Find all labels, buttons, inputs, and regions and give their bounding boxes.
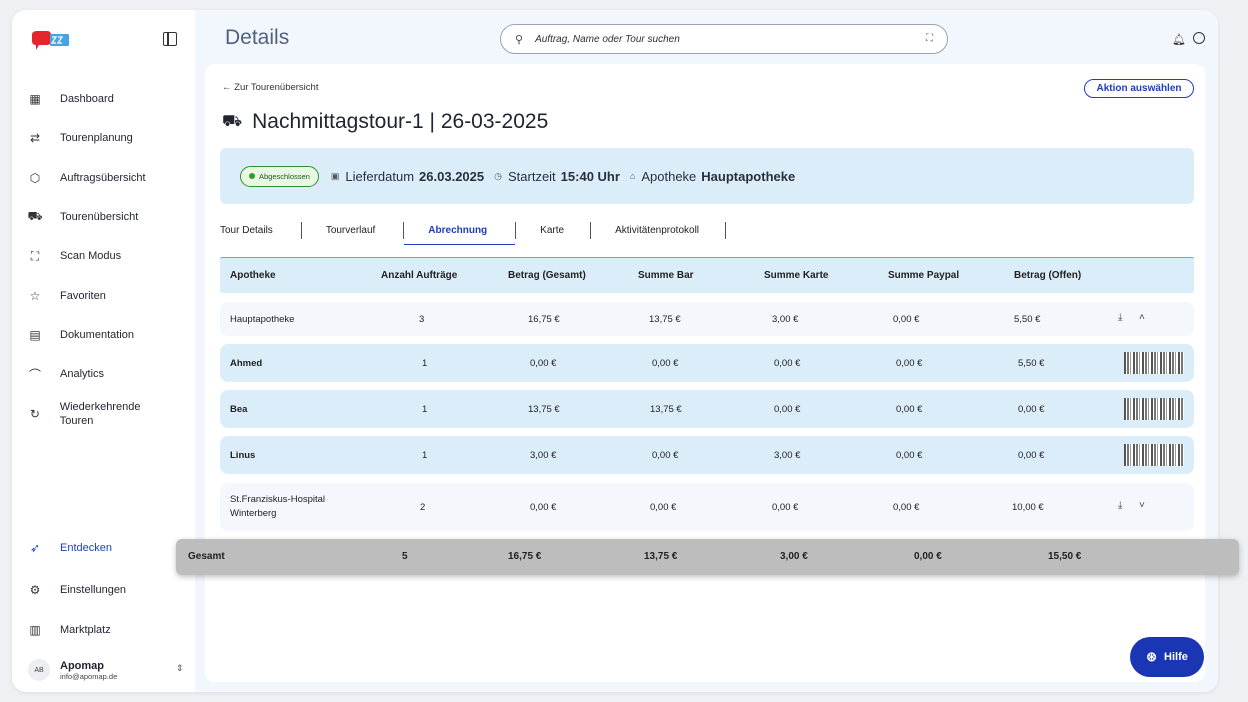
tab-abrechnung[interactable]: Abrechnung <box>404 220 516 245</box>
chart-line-icon: ⌒ <box>28 367 41 382</box>
sidebar-item-einstellungen[interactable]: ⚙ Einstellungen <box>28 578 126 602</box>
tab-tour-details[interactable]: Tour Details <box>220 220 273 240</box>
status-badge: Abgeschlossen <box>240 165 319 187</box>
select-action-button[interactable]: Aktion auswählen <box>1084 79 1194 98</box>
tab-karte[interactable]: Karte <box>540 220 564 240</box>
sidebar-item-favoriten[interactable]: ☆ Favoriten <box>28 284 106 308</box>
table-row[interactable]: St.Franziskus-Hospital Winterberg 2 0,00… <box>220 483 1194 531</box>
sidebar-item-analytics[interactable]: ⌒ Analytics <box>28 362 104 386</box>
table-header: Apotheke Anzahl Aufträge Betrag (Gesamt)… <box>220 257 1194 293</box>
column-header: Betrag (Gesamt) <box>508 270 586 281</box>
star-icon: ☆ <box>29 289 41 303</box>
sidebar-collapse-button[interactable] <box>163 32 177 46</box>
delivery-date: ▣ Lieferdatum 26.03.2025 <box>330 168 485 184</box>
store-icon: ▥ <box>29 623 41 637</box>
tab-aktivitaetenprotokoll[interactable]: Aktivitätenprotokoll <box>615 220 699 240</box>
lifebuoy-icon: ⊛ <box>1146 649 1158 664</box>
column-header: Apotheke <box>230 270 276 281</box>
download-icon[interactable]: ⤓ <box>1118 500 1122 511</box>
search-input[interactable]: ⚲ Auftrag, Name oder Tour suchen ⛶ <box>500 24 948 54</box>
app-window: ▦ Dashboard ⇄ Tourenplanung ⬡ Auftragsübers… <box>12 10 1218 692</box>
page-title: Details <box>225 26 290 49</box>
table-row[interactable]: Ahmed 1 0,00 € 0,00 € 0,00 € 0,00 € 5,50… <box>220 344 1194 382</box>
chat-icon[interactable] <box>1193 32 1205 44</box>
chevron-up-down-icon[interactable]: ⇕ <box>176 663 184 674</box>
search-icon: ⚲ <box>515 33 524 46</box>
bell-icon[interactable]: 🔔︎ <box>1172 33 1186 46</box>
sidebar-item-wiederkehrende-touren[interactable]: ↻ Wiederkehrende Touren <box>28 398 148 430</box>
tab-divider <box>403 221 405 239</box>
user-email: info@apomap.de <box>60 671 118 681</box>
sidebar-item-dashboard[interactable]: ▦ Dashboard <box>28 87 114 111</box>
help-button[interactable]: ⊛ Hilfe <box>1130 637 1204 677</box>
start-time: ◷ Startzeit 15:40 Uhr <box>494 168 620 184</box>
sidebar: ▦ Dashboard ⇄ Tourenplanung ⬡ Auftragsübers… <box>12 10 195 692</box>
back-link[interactable]: ← Zur Tourenübersicht <box>222 82 318 93</box>
rocket-icon: ➶ <box>29 541 41 555</box>
document-search-icon: ▤ <box>29 328 41 342</box>
scan-icon: ⛶ <box>30 248 40 263</box>
tab-divider <box>300 221 302 239</box>
scan-icon[interactable]: ⛶ <box>926 33 933 44</box>
avatar: AB <box>28 659 50 681</box>
tab-tourverlauf[interactable]: Tourverlauf <box>326 220 375 240</box>
route-icon: ⇄ <box>29 131 41 145</box>
sidebar-item-tourenuebersicht[interactable]: ⛟ Tourenübersicht <box>27 205 138 229</box>
tour-info-bar: Abgeschlossen ▣ Lieferdatum 26.03.2025 ◷… <box>220 148 1194 204</box>
column-header: Betrag (Offen) <box>1014 270 1082 281</box>
table-row[interactable]: Linus 1 3,00 € 0,00 € 3,00 € 0,00 € 0,00… <box>220 436 1194 474</box>
refresh-icon: ↻ <box>29 407 40 421</box>
grid-icon: ▦ <box>29 92 41 106</box>
sidebar-item-scan-modus[interactable]: ⛶ Scan Modus <box>28 244 121 268</box>
sidebar-item-tourenplanung[interactable]: ⇄ Tourenplanung <box>28 126 133 150</box>
table-row[interactable]: Bea 1 13,75 € 13,75 € 0,00 € 0,00 € 0,00… <box>220 390 1194 428</box>
sidebar-item-auftragsuebersicht[interactable]: ⬡ Auftragsübersicht <box>28 166 146 190</box>
apomap-logo <box>32 31 69 50</box>
user-card[interactable]: AB Apomap info@apomap.de ⇕ <box>28 655 188 685</box>
pharmacy: ⌂ Apotheke Hauptapotheke <box>629 168 796 184</box>
chevron-down-icon[interactable]: ˅ <box>1139 500 1145 511</box>
calendar-icon: ▣ <box>330 170 340 181</box>
tab-divider <box>590 221 592 239</box>
tab-bar: Tour Details Tourverlauf Abrechnung Kart… <box>220 220 727 245</box>
total-row: Gesamt 5 16,75 € 13,75 € 3,00 € 0,00 € 1… <box>176 539 1239 575</box>
download-icon[interactable]: ⤓ <box>1118 312 1122 323</box>
sidebar-item-dokumentation[interactable]: ▤ Dokumentation <box>28 323 134 347</box>
barcode-image <box>1124 352 1184 374</box>
car-icon: ⛟ <box>222 113 243 130</box>
main-area: Details ⚲ Auftrag, Name oder Tour suchen… <box>195 10 1218 692</box>
tour-title: ⛟ Nachmittagstour-1 | 26-03-2025 <box>222 110 549 133</box>
pharmacy-icon: ⌂ <box>629 171 636 181</box>
clock-icon: ◷ <box>494 170 502 181</box>
tab-divider <box>515 221 517 239</box>
box-icon: ⬡ <box>29 171 41 185</box>
gear-icon: ⚙ <box>29 583 41 597</box>
sidebar-item-entdecken[interactable]: ➶ Entdecken <box>28 536 112 560</box>
column-header: Anzahl Aufträge <box>381 270 458 281</box>
column-header: Summe Karte <box>764 270 829 281</box>
column-header: Summe Paypal <box>888 270 960 281</box>
sidebar-item-marktplatz[interactable]: ▥ Marktplatz <box>28 618 110 642</box>
column-header: Summe Bar <box>638 270 694 281</box>
tab-divider <box>725 221 727 239</box>
barcode-image <box>1124 398 1184 420</box>
barcode-image <box>1124 444 1184 466</box>
detail-panel: ← Zur Tourenübersicht Aktion auswählen ⛟… <box>205 64 1205 682</box>
table-row[interactable]: Hauptapotheke 3 16,75 € 13,75 € 3,00 € 0… <box>220 302 1194 336</box>
user-name: Apomap <box>60 659 104 672</box>
status-dot-icon <box>249 173 255 179</box>
car-icon: ⛟ <box>27 209 43 223</box>
chevron-up-icon[interactable]: ˄ <box>1139 312 1145 323</box>
